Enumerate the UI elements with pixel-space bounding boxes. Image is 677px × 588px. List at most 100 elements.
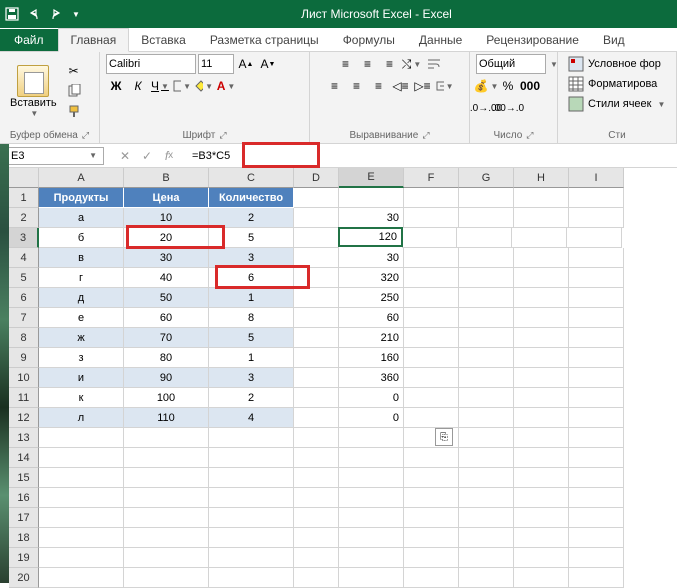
cell-D3[interactable] [294,228,339,248]
cell-D19[interactable] [294,548,339,568]
insert-function-icon[interactable]: fx [160,147,178,165]
cell-D16[interactable] [294,488,339,508]
cell-C18[interactable] [209,528,294,548]
cell-H9[interactable] [514,348,569,368]
tab-insert[interactable]: Вставка [129,29,198,51]
cell-G14[interactable] [459,448,514,468]
font-size-select[interactable] [198,54,234,74]
col-header-D[interactable]: D [294,168,339,188]
bold-button[interactable]: Ж [106,76,126,96]
paste-button[interactable]: Вставить ▼ [6,63,61,120]
cell-I10[interactable] [569,368,624,388]
cell-C2[interactable]: 2 [209,208,294,228]
percent-format-icon[interactable]: % [498,76,518,96]
orientation-icon[interactable]: ⤭▼ [402,54,422,74]
cell-A2[interactable]: а [39,208,124,228]
cell-G3[interactable] [457,228,512,248]
qat-dropdown-icon[interactable]: ▼ [72,10,80,19]
cell-G15[interactable] [459,468,514,488]
cell-E12[interactable]: 0 [339,408,404,428]
cell-B6[interactable]: 50 [124,288,209,308]
cell-F20[interactable] [404,568,459,588]
col-header-E[interactable]: E [339,168,404,188]
save-icon[interactable] [4,6,20,22]
copy-icon[interactable] [65,82,83,100]
cell-E10[interactable]: 360 [339,368,404,388]
align-center-icon[interactable]: ≡ [347,76,367,96]
row-header-18[interactable]: 18 [9,528,39,548]
cell-F11[interactable] [404,388,459,408]
cell-D2[interactable] [294,208,339,228]
cell-C8[interactable]: 5 [209,328,294,348]
cell-C7[interactable]: 8 [209,308,294,328]
cell-B9[interactable]: 80 [124,348,209,368]
cell-D12[interactable] [294,408,339,428]
cell-B3[interactable]: 20 [124,228,209,248]
cell-E7[interactable]: 60 [339,308,404,328]
cell-C11[interactable]: 2 [209,388,294,408]
cell-H15[interactable] [514,468,569,488]
cell-G10[interactable] [459,368,514,388]
cell-B20[interactable] [124,568,209,588]
clipboard-launcher-icon[interactable]: ⤢ [82,130,89,141]
cell-C3[interactable]: 5 [209,228,294,248]
cell-C9[interactable]: 1 [209,348,294,368]
cell-A5[interactable]: г [39,268,124,288]
cell-D20[interactable] [294,568,339,588]
cell-H18[interactable] [514,528,569,548]
col-header-F[interactable]: F [404,168,459,188]
cell-F7[interactable] [404,308,459,328]
cell-E9[interactable]: 160 [339,348,404,368]
cell-F16[interactable] [404,488,459,508]
cell-F15[interactable] [404,468,459,488]
cell-I7[interactable] [569,308,624,328]
cell-C6[interactable]: 1 [209,288,294,308]
italic-button[interactable]: К [128,76,148,96]
cell-A17[interactable] [39,508,124,528]
cell-I13[interactable] [569,428,624,448]
cell-E13[interactable] [339,428,404,448]
cell-G13[interactable] [459,428,514,448]
cell-D1[interactable] [294,188,339,208]
cell-A20[interactable] [39,568,124,588]
cell-I9[interactable] [569,348,624,368]
cell-H20[interactable] [514,568,569,588]
row-header-6[interactable]: 6 [9,288,39,308]
cell-F17[interactable] [404,508,459,528]
cell-B2[interactable]: 10 [124,208,209,228]
row-header-8[interactable]: 8 [9,328,39,348]
align-bottom-icon[interactable]: ≡ [380,54,400,74]
cell-B5[interactable]: 40 [124,268,209,288]
cell-G6[interactable] [459,288,514,308]
cell-A14[interactable] [39,448,124,468]
cell-G8[interactable] [459,328,514,348]
row-header-16[interactable]: 16 [9,488,39,508]
align-right-icon[interactable]: ≡ [369,76,389,96]
cell-A18[interactable] [39,528,124,548]
cell-G17[interactable] [459,508,514,528]
row-header-4[interactable]: 4 [9,248,39,268]
cell-E3[interactable]: 120 [338,227,403,247]
row-header-9[interactable]: 9 [9,348,39,368]
formula-input[interactable] [186,148,677,164]
cell-D6[interactable] [294,288,339,308]
cell-A16[interactable] [39,488,124,508]
cell-I16[interactable] [569,488,624,508]
cell-B1[interactable]: Цена [124,188,209,208]
cell-E14[interactable] [339,448,404,468]
cell-C19[interactable] [209,548,294,568]
cell-D7[interactable] [294,308,339,328]
cell-B16[interactable] [124,488,209,508]
cell-I11[interactable] [569,388,624,408]
cell-I12[interactable] [569,408,624,428]
font-color-button[interactable]: A▼ [216,76,236,96]
cell-D10[interactable] [294,368,339,388]
cell-A19[interactable] [39,548,124,568]
cell-F1[interactable] [404,188,459,208]
cell-G16[interactable] [459,488,514,508]
tab-review[interactable]: Рецензирование [474,29,591,51]
cell-styles-button[interactable]: Стили ячеек▼ [564,94,670,114]
cell-A8[interactable]: ж [39,328,124,348]
cell-B15[interactable] [124,468,209,488]
cell-G18[interactable] [459,528,514,548]
